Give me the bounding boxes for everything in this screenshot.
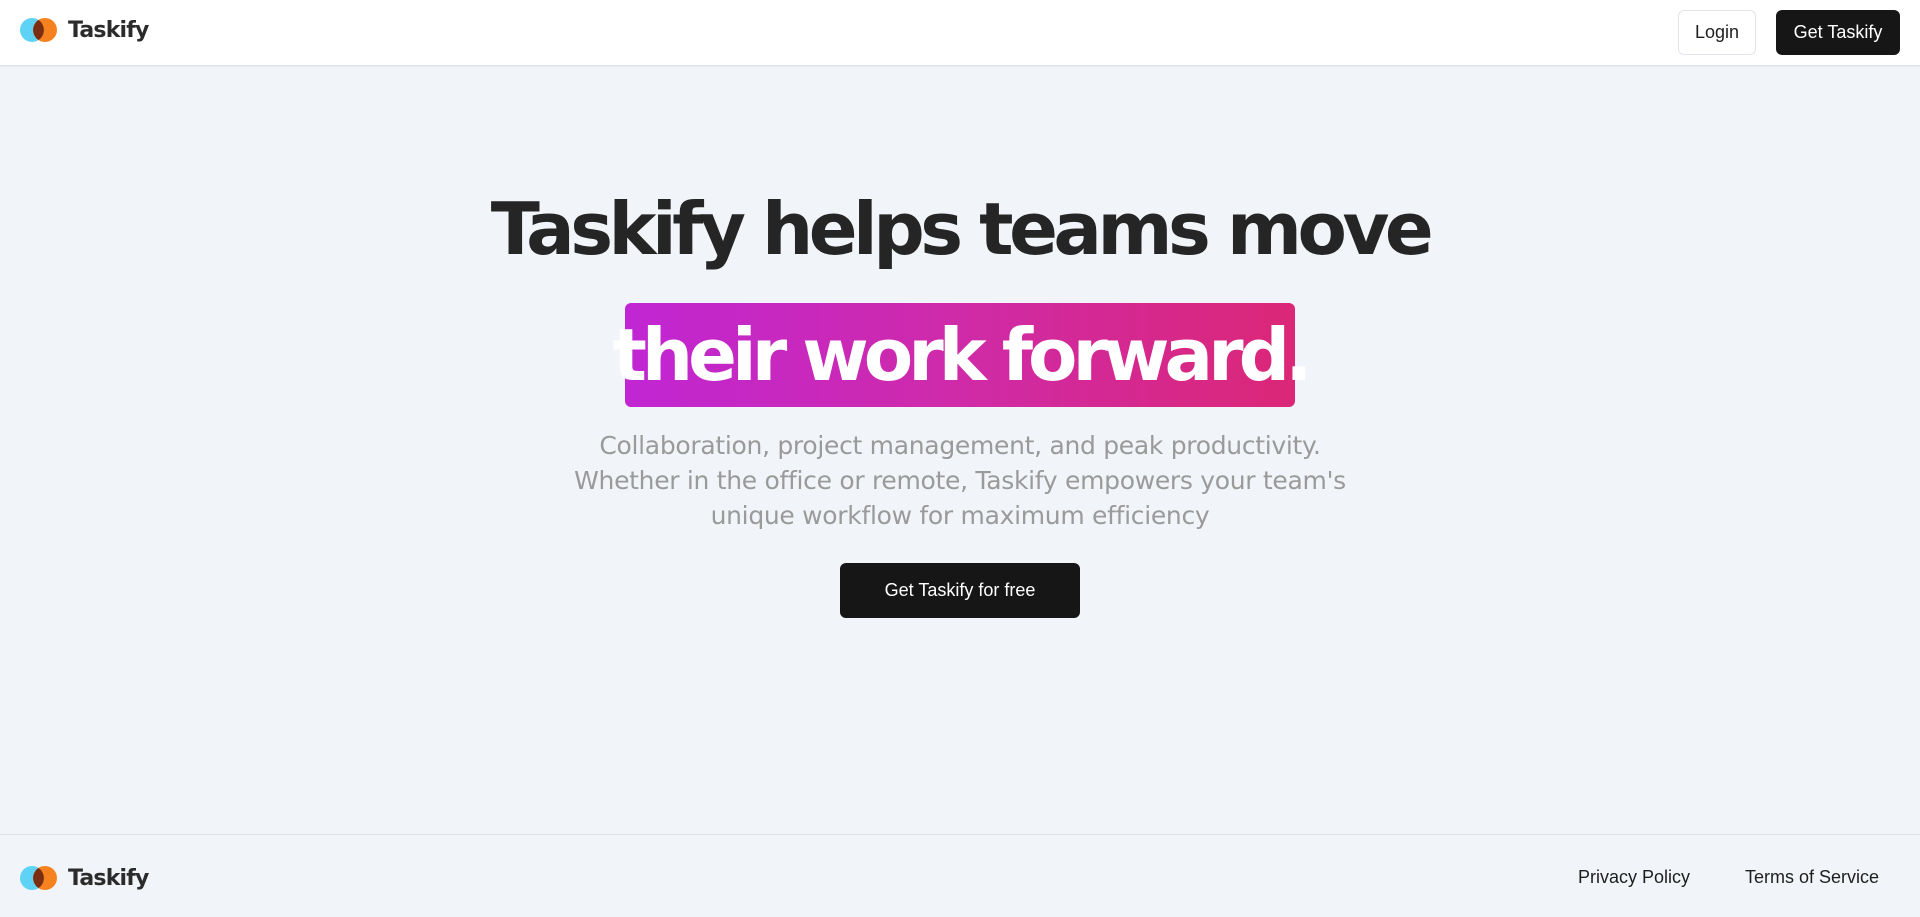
taskify-logo-icon bbox=[20, 17, 58, 43]
hero-subtitle: Collaboration, project management, and p… bbox=[460, 428, 1460, 533]
hero-subtitle-line: Collaboration, project management, and p… bbox=[599, 431, 1321, 460]
hero-subtitle-line: unique workflow for maximum efficiency bbox=[710, 501, 1210, 530]
brand-name: Taskify bbox=[68, 17, 149, 43]
hero-subtitle-line: Whether in the office or remote, Taskify… bbox=[574, 466, 1346, 495]
top-navbar: Taskify Login Get Taskify bbox=[0, 0, 1920, 66]
footer: Taskify Privacy Policy Terms of Service bbox=[0, 834, 1920, 917]
terms-of-service-link[interactable]: Terms of Service bbox=[1745, 867, 1879, 888]
login-button[interactable]: Login bbox=[1678, 10, 1756, 55]
hero-title: Taskify helps teams move bbox=[490, 187, 1434, 271]
get-taskify-free-button[interactable]: Get Taskify for free bbox=[840, 563, 1080, 618]
footer-logo[interactable]: Taskify bbox=[20, 865, 149, 891]
get-taskify-button[interactable]: Get Taskify bbox=[1776, 10, 1900, 55]
header-logo[interactable]: Taskify bbox=[20, 17, 149, 43]
taskify-logo-icon bbox=[20, 865, 58, 891]
hero-title-highlight: their work forward. bbox=[613, 303, 1313, 407]
landing-page: Taskify Login Get Taskify Taskify helps … bbox=[0, 0, 1920, 917]
privacy-policy-link[interactable]: Privacy Policy bbox=[1578, 867, 1690, 888]
brand-name: Taskify bbox=[68, 865, 149, 891]
